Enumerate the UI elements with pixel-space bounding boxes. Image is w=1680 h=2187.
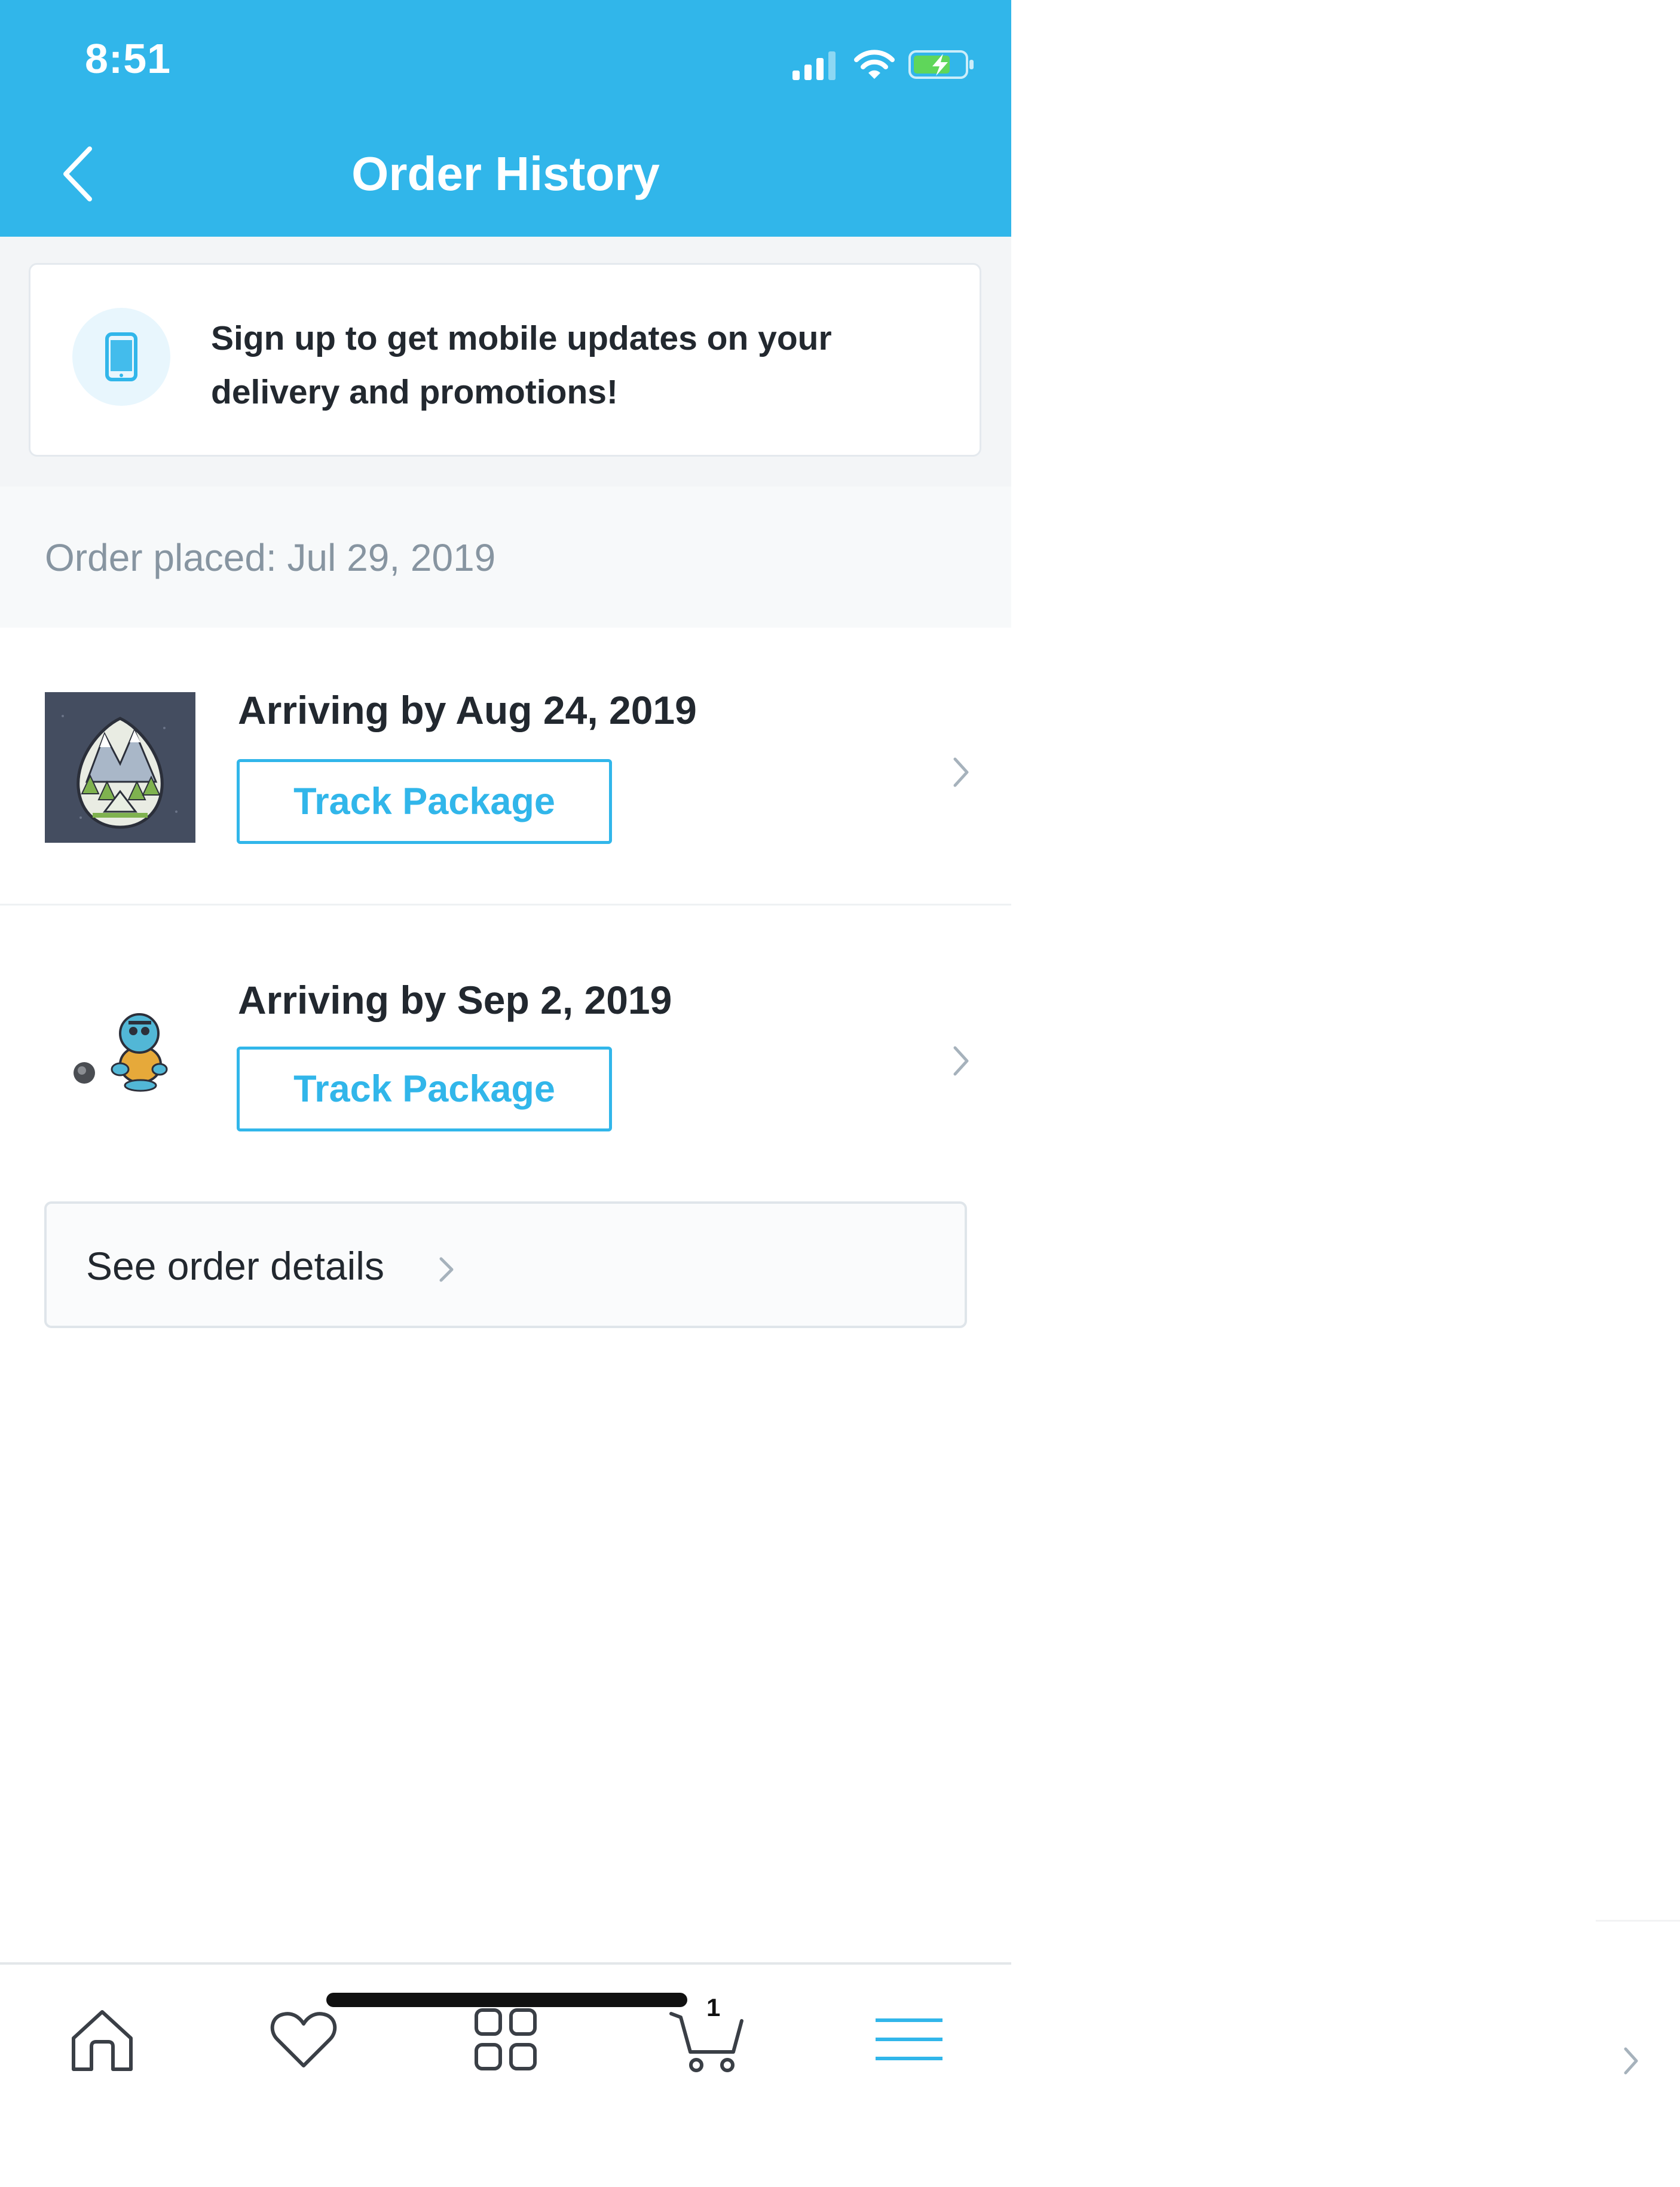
heart-icon [270, 2012, 337, 2067]
chevron-right-icon [1624, 2047, 1638, 2075]
phone-icon [105, 332, 137, 381]
home-icon [72, 2010, 133, 2071]
nav-categories[interactable] [461, 1995, 550, 2084]
nav-cart[interactable]: 1 [663, 1993, 753, 2084]
header: 8:51 Order History [0, 0, 1011, 237]
shipment-row[interactable]: Arriving by Sep 2, 2019 Track Package [0, 906, 1011, 1169]
promo-text: Sign up to get mobile updates on your de… [211, 319, 832, 411]
chevron-right-icon [953, 757, 969, 787]
arrival-date: Arriving by Sep 2, 2019 [238, 978, 672, 1022]
track-package-button[interactable]: Track Package [237, 1047, 612, 1131]
nav-home[interactable] [57, 1995, 147, 2084]
mobile-updates-signup-card[interactable]: Sign up to get mobile updates on your de… [29, 263, 981, 457]
order-placed-date: Order placed: Jul 29, 2019 [45, 536, 496, 579]
wifi-icon [854, 50, 895, 79]
shipment-row[interactable]: Arriving by Aug 24, 2019 Track Package [0, 628, 1011, 906]
background-divider [1596, 1920, 1680, 1922]
see-order-details-button[interactable]: See order details [44, 1201, 967, 1328]
promo-band: Sign up to get mobile updates on your de… [0, 237, 1011, 487]
menu-icon [876, 2018, 942, 2060]
status-time: 8:51 [85, 35, 172, 82]
order-header: Order placed: Jul 29, 2019 [0, 487, 1011, 628]
squirtle-pin-thumbnail [45, 963, 195, 1114]
chevron-right-icon [439, 1257, 454, 1282]
details-label: See order details [86, 1244, 384, 1288]
nav-menu[interactable] [864, 1995, 954, 2084]
promo-icon-circle [72, 308, 170, 406]
chevron-right-icon [953, 1046, 969, 1076]
battery-icon [908, 50, 974, 79]
grid-icon [475, 2008, 537, 2070]
screen: 8:51 Order History Sign up to get mobile… [0, 0, 1011, 2187]
track-package-button[interactable]: Track Package [237, 759, 612, 844]
page-title: Order History [351, 147, 660, 200]
mountain-pin-thumbnail [45, 692, 195, 843]
signal-icon [792, 51, 836, 80]
cart-count-badge: 1 [706, 1993, 721, 2021]
arrival-date: Arriving by Aug 24, 2019 [238, 688, 697, 732]
nav-wishlist[interactable] [259, 1995, 348, 2084]
home-indicator[interactable] [326, 1993, 687, 2007]
status-icons [792, 44, 975, 80]
